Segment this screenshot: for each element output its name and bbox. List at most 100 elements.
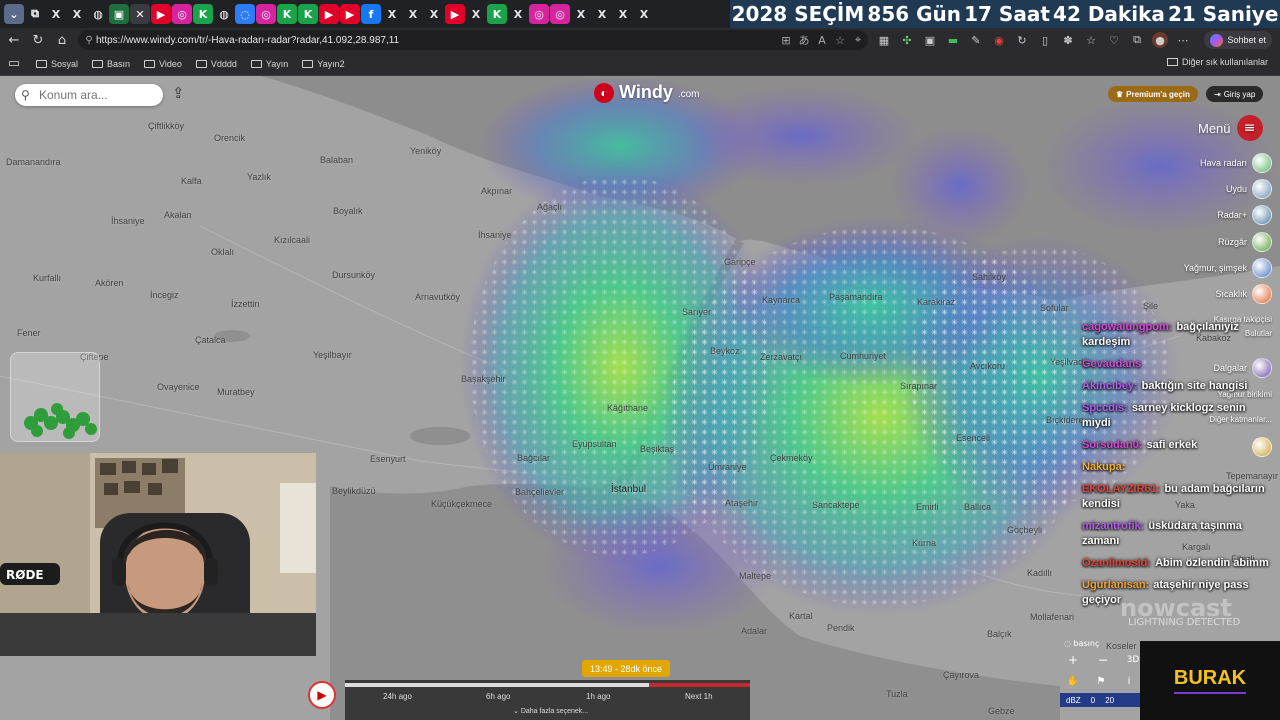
windy-icon[interactable]: ▣ <box>109 4 129 24</box>
chat-text: safi erkek <box>1146 439 1198 451</box>
layer-item[interactable]: Sıcaklık <box>1215 283 1272 305</box>
bookmark-folder-yayin[interactable]: Yayın <box>250 59 288 69</box>
x-icon[interactable]: X <box>424 4 444 24</box>
extension-green-icon[interactable]: ✣ <box>899 32 915 48</box>
profile-avatar-icon[interactable]: ● <box>1152 32 1168 48</box>
extension-grid-icon[interactable]: ▦ <box>876 32 892 48</box>
youtube-icon[interactable]: ▶ <box>340 4 360 24</box>
x-icon[interactable]: X <box>67 4 87 24</box>
pen-icon[interactable]: ✎ <box>968 32 984 48</box>
timeline-label-6h[interactable]: 6h ago <box>486 692 510 701</box>
premium-button[interactable]: ♛ Premium'a geçin <box>1108 86 1198 102</box>
refresh-extension-icon[interactable]: ↻ <box>1014 32 1030 48</box>
globe-icon[interactable]: ◍ <box>214 4 234 24</box>
messenger-icon[interactable]: ◌ <box>235 4 255 24</box>
youtube-icon[interactable]: ▶ <box>445 4 465 24</box>
chat-message: Sorsudan0: safi erkek <box>1082 438 1272 453</box>
timeline-current-time[interactable]: 13:49 - 28dk önce <box>582 660 671 677</box>
home-button[interactable]: ⌂ <box>50 28 74 52</box>
kick-icon[interactable]: K <box>487 4 507 24</box>
layer-item[interactable]: Uydu <box>1226 178 1272 200</box>
read-aloud-icon[interactable]: A <box>816 34 828 47</box>
collections-icon[interactable]: ⧉ <box>1129 32 1145 48</box>
instagram-icon[interactable]: ◎ <box>550 4 570 24</box>
instagram-icon[interactable]: ◎ <box>172 4 192 24</box>
pressure-toggle[interactable]: ◌ basınç <box>1064 636 1114 652</box>
place-label: Kaynarca <box>762 295 801 305</box>
share-icon[interactable]: ⇪ <box>172 84 190 102</box>
layer-item[interactable]: Hava radarı <box>1200 152 1272 174</box>
chat-username: EKOLAYZIR61: <box>1082 483 1161 495</box>
x-icon[interactable]: X <box>403 4 423 24</box>
x-icon[interactable]: X <box>571 4 591 24</box>
more-options-link[interactable]: ⌄ Daha fazla seçenek... <box>513 707 588 715</box>
extensions-icon[interactable]: ✽ <box>1060 32 1076 48</box>
timeline-label-24h[interactable]: 24h ago <box>383 692 412 701</box>
facebook-icon[interactable]: f <box>361 4 381 24</box>
more-menu-icon[interactable]: ⋯ <box>1175 32 1191 48</box>
play-button[interactable]: ▶ <box>308 681 336 709</box>
windy-radar-map[interactable]: ✳ <box>0 76 1280 720</box>
login-button[interactable]: ⇥ Giriş yap <box>1206 86 1264 102</box>
bookmark-folder-vdddd[interactable]: Vdddd <box>195 59 237 69</box>
instagram-icon[interactable]: ◎ <box>529 4 549 24</box>
globe-icon[interactable]: ◍ <box>88 4 108 24</box>
tab-list-icon[interactable]: ⌄ <box>4 4 24 24</box>
location-search[interactable]: ⚲ <box>15 84 163 106</box>
bookmark-folder-sosyal[interactable]: Sosyal <box>36 59 78 69</box>
kick-icon[interactable]: K <box>277 4 297 24</box>
timeline-label-next-1h[interactable]: Next 1h <box>685 692 713 701</box>
search-input[interactable] <box>39 88 157 102</box>
timeline-label-1h[interactable]: 1h ago <box>586 692 610 701</box>
split-screen-icon[interactable]: ▯ <box>1037 32 1053 48</box>
zoom-in-button[interactable]: + <box>1064 652 1082 668</box>
x-icon[interactable]: X <box>46 4 66 24</box>
windy-logo[interactable]: ◐ Windy .com <box>594 82 700 103</box>
x-icon[interactable]: X <box>382 4 402 24</box>
close-icon[interactable]: ✕ <box>130 4 150 24</box>
menu-button[interactable]: Menü ≡ <box>1198 115 1263 141</box>
youtube-icon[interactable]: ▶ <box>151 4 171 24</box>
extension-red-icon[interactable]: ◉ <box>991 32 1007 48</box>
kick-icon[interactable]: K <box>193 4 213 24</box>
heart-icon[interactable]: ♡ <box>1106 32 1122 48</box>
x-icon[interactable]: X <box>634 4 654 24</box>
layer-item[interactable]: Yağmur, şimşek <box>1184 257 1272 279</box>
layer-item[interactable]: Rüzgâr <box>1218 231 1272 253</box>
copy-icon[interactable]: ⧉ <box>25 4 45 24</box>
favorites-icon[interactable]: ☆ <box>1083 32 1099 48</box>
hand-tool-icon[interactable]: ✋ <box>1064 674 1082 690</box>
x-icon[interactable]: X <box>592 4 612 24</box>
x-icon[interactable]: X <box>466 4 486 24</box>
back-button[interactable]: ← <box>2 28 26 52</box>
url-input[interactable] <box>96 34 776 46</box>
location-icon[interactable]: ⌖ <box>852 33 864 47</box>
timeline-track[interactable] <box>345 683 649 687</box>
info-icon[interactable]: i <box>1120 674 1138 690</box>
timeline-bar[interactable]: 24h ago 6h ago 1h ago Next 1h ⌄ Daha faz… <box>345 680 750 720</box>
layer-item[interactable]: Radar+ <box>1217 204 1272 226</box>
extension-green-box-icon[interactable]: ▬ <box>945 32 961 48</box>
address-bar[interactable]: ⚲ <box>78 30 868 50</box>
x-icon[interactable]: X <box>613 4 633 24</box>
copilot-chat-button[interactable]: Sohbet et <box>1204 31 1272 49</box>
app-install-icon[interactable]: ⊞ <box>780 34 792 47</box>
kick-icon[interactable]: K <box>298 4 318 24</box>
instagram-icon[interactable]: ◎ <box>256 4 276 24</box>
flag-icon[interactable]: ⚑ <box>1092 674 1110 690</box>
bookmark-folder-video[interactable]: Video <box>144 59 182 69</box>
bookmarks-toggle-icon[interactable]: ▭ <box>2 52 26 76</box>
other-favorites[interactable]: Diğer sık kullanılanlar <box>1166 57 1268 67</box>
zoom-out-button[interactable]: − <box>1094 652 1112 668</box>
place-label: Balaban <box>320 155 354 165</box>
site-info-icon[interactable]: ⚲ <box>82 35 96 46</box>
x-icon[interactable]: X <box>508 4 528 24</box>
reload-button[interactable]: ↻ <box>26 28 50 52</box>
youtube-icon[interactable]: ▶ <box>319 4 339 24</box>
translate-icon[interactable]: あ <box>798 32 810 48</box>
bookmark-folder-yayin2[interactable]: Yayın2 <box>302 59 345 69</box>
timeline-forecast-segment[interactable] <box>648 683 750 687</box>
favorite-star-icon[interactable]: ☆ <box>834 34 846 47</box>
bookmark-folder-basin[interactable]: Basın <box>92 59 130 69</box>
extension-screen-icon[interactable]: ▣ <box>922 32 938 48</box>
